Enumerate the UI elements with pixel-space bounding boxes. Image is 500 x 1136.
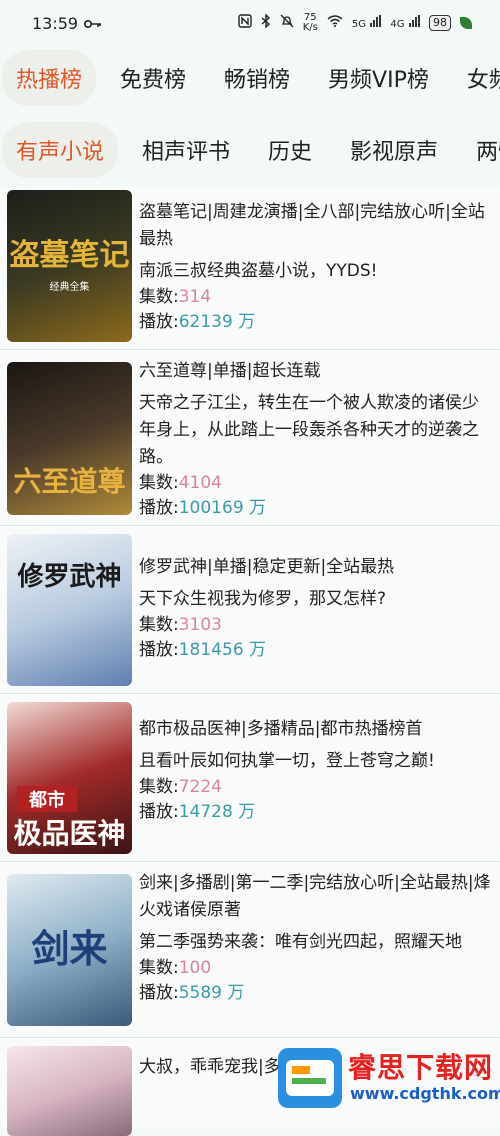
episode-label: 集数: (139, 287, 179, 307)
book-list: 盗墓笔记 经典全集 盗墓笔记|周建龙演播|全八部|完结放心听|全站最热 南派三叔… (0, 187, 500, 1136)
cover-title: 剑来 (31, 926, 108, 971)
episode-count: 集数:100 (139, 956, 494, 981)
book-title: 修罗武神|单播|稳定更新|全站最热 (139, 557, 395, 577)
book-description: 第二季强势来袭：唯有剑光四起，照耀天地 (139, 932, 462, 952)
play-label: 播放: (139, 983, 179, 1003)
category-tabs: 有声小说相声评书历史影视原声两性情感 (0, 122, 500, 178)
watermark-name: 睿思下载网 (348, 1051, 494, 1084)
play-value: 62139 (178, 312, 233, 332)
tab-history[interactable]: 历史 (254, 122, 326, 178)
cover-title: 盗墓笔记 (9, 238, 130, 273)
play-value: 100169 (178, 498, 244, 518)
list-item[interactable]: 六至道尊 六至道尊|单播|超长连载 天帝之子江尘，转生在一个被人欺凌的诸侯少年身… (0, 350, 500, 526)
book-cover: 剑来 (7, 874, 132, 1026)
mute-bell-icon (280, 14, 294, 32)
signal-5g-icon: 5G (352, 15, 382, 31)
book-title: 剑来|多播剧|第一二季|完结放心听|全站最热|烽火戏诸侯原著 (139, 873, 491, 920)
signal-4g-label: 4G (390, 19, 405, 30)
book-description: 南派三叔经典盗墓小说，YYDS! (139, 261, 378, 281)
list-item[interactable]: 剑来 剑来|多播剧|第一二季|完结放心听|全站最热|烽火戏诸侯原著 第二季强势来… (0, 862, 500, 1038)
tab-free[interactable]: 免费榜 (106, 50, 200, 106)
nfc-icon (238, 14, 252, 32)
play-unit: 万 (232, 802, 256, 822)
play-label: 播放: (139, 640, 179, 660)
list-item[interactable]: 都市 极品医神 都市极品医神|多播精品|都市热播榜首 且看叶辰如何执掌一切，登上… (0, 694, 500, 862)
episode-value: 7224 (178, 777, 222, 797)
battery-indicator: 98 (429, 15, 451, 31)
episode-label: 集数: (139, 958, 179, 978)
list-item[interactable]: 盗墓笔记 经典全集 盗墓笔记|周建龙演播|全八部|完结放心听|全站最热 南派三叔… (0, 187, 500, 350)
tab-bestseller[interactable]: 畅销榜 (210, 50, 304, 106)
play-count: 播放:5589 万 (139, 981, 494, 1006)
play-unit: 万 (222, 983, 245, 1003)
cover-title: 修罗武神 (17, 562, 122, 592)
signal-5g-label: 5G (351, 19, 366, 30)
tab-female-vip[interactable]: 女频VIP榜 (453, 50, 500, 106)
tab-crosstalk[interactable]: 相声评书 (128, 122, 244, 178)
tab-hot[interactable]: 热播榜 (2, 50, 97, 106)
net-speed: 75 K/s (303, 13, 318, 33)
key-icon (84, 14, 102, 33)
play-value: 181456 (178, 640, 244, 660)
episode-label: 集数: (139, 615, 179, 635)
play-value: 5589 (178, 983, 222, 1003)
rank-tabs: 热播榜免费榜畅销榜男频VIP榜女频VIP榜 (0, 50, 500, 106)
cover-subtitle: 都市 (17, 786, 77, 812)
play-count: 播放:181456 万 (139, 638, 494, 663)
status-time: 13:59 (32, 13, 79, 33)
book-cover: 六至道尊 (7, 362, 132, 515)
book-cover (7, 1046, 132, 1136)
tab-male-vip[interactable]: 男频VIP榜 (314, 50, 443, 106)
episode-count: 集数:4104 (139, 471, 494, 496)
play-unit: 万 (243, 498, 267, 518)
play-unit: 万 (232, 312, 256, 332)
tab-relationship[interactable]: 两性情感 (462, 122, 500, 178)
play-count: 播放:100169 万 (139, 496, 494, 521)
play-label: 播放: (139, 312, 179, 332)
signal-4g-icon: 4G (390, 15, 420, 31)
episode-value: 314 (178, 287, 212, 307)
episode-count: 集数:314 (139, 285, 494, 310)
play-unit: 万 (243, 640, 267, 660)
cover-title: 极品医神 (13, 817, 126, 850)
eco-leaf-icon (460, 17, 472, 29)
book-cover: 盗墓笔记 经典全集 (7, 190, 132, 342)
episode-value: 3103 (178, 615, 222, 635)
watermark-logo (278, 1048, 342, 1108)
cover-subtitle: 经典全集 (49, 282, 90, 293)
cover-title: 六至道尊 (13, 465, 126, 498)
episode-value: 100 (178, 958, 212, 978)
book-title: 六至道尊|单播|超长连载 (139, 361, 321, 381)
tab-audio-novel[interactable]: 有声小说 (2, 122, 119, 178)
book-cover: 修罗武神 (7, 534, 132, 686)
bluetooth-icon (261, 13, 271, 32)
episode-label: 集数: (139, 777, 179, 797)
watermark-url: www.cdgthk.com (350, 1084, 500, 1103)
net-speed-unit: K/s (302, 22, 318, 33)
play-label: 播放: (139, 498, 179, 518)
wifi-icon (327, 15, 343, 31)
episode-value: 4104 (178, 473, 222, 493)
episode-count: 集数:7224 (139, 775, 494, 800)
play-label: 播放: (139, 802, 179, 822)
book-description: 且看叶辰如何执掌一切，登上苍穹之巅! (139, 751, 435, 771)
play-count: 播放:62139 万 (139, 310, 494, 335)
status-bar: 13:59 75 K/s 5G 4G 98 (0, 0, 500, 46)
play-count: 播放:14728 万 (139, 800, 494, 825)
episode-label: 集数: (139, 473, 179, 493)
tab-soundtrack[interactable]: 影视原声 (336, 122, 452, 178)
list-item[interactable]: 修罗武神 修罗武神|单播|稳定更新|全站最热 天下众生视我为修罗，那又怎样? 集… (0, 526, 500, 694)
book-description: 天帝之子江尘，转生在一个被人欺凌的诸侯少年身上，从此踏上一段轰杀各种天才的逆袭之… (139, 393, 479, 467)
book-title: 盗墓笔记|周建龙演播|全八部|完结放心听|全站最热 (139, 202, 485, 249)
book-cover: 都市 极品医神 (7, 702, 132, 854)
watermark: 睿思下载网 www.cdgthk.com (278, 1044, 500, 1111)
book-description: 天下众生视我为修罗，那又怎样? (139, 589, 387, 609)
episode-count: 集数:3103 (139, 613, 494, 638)
play-value: 14728 (178, 802, 233, 822)
book-title: 都市极品医神|多播精品|都市热播榜首 (139, 719, 423, 739)
